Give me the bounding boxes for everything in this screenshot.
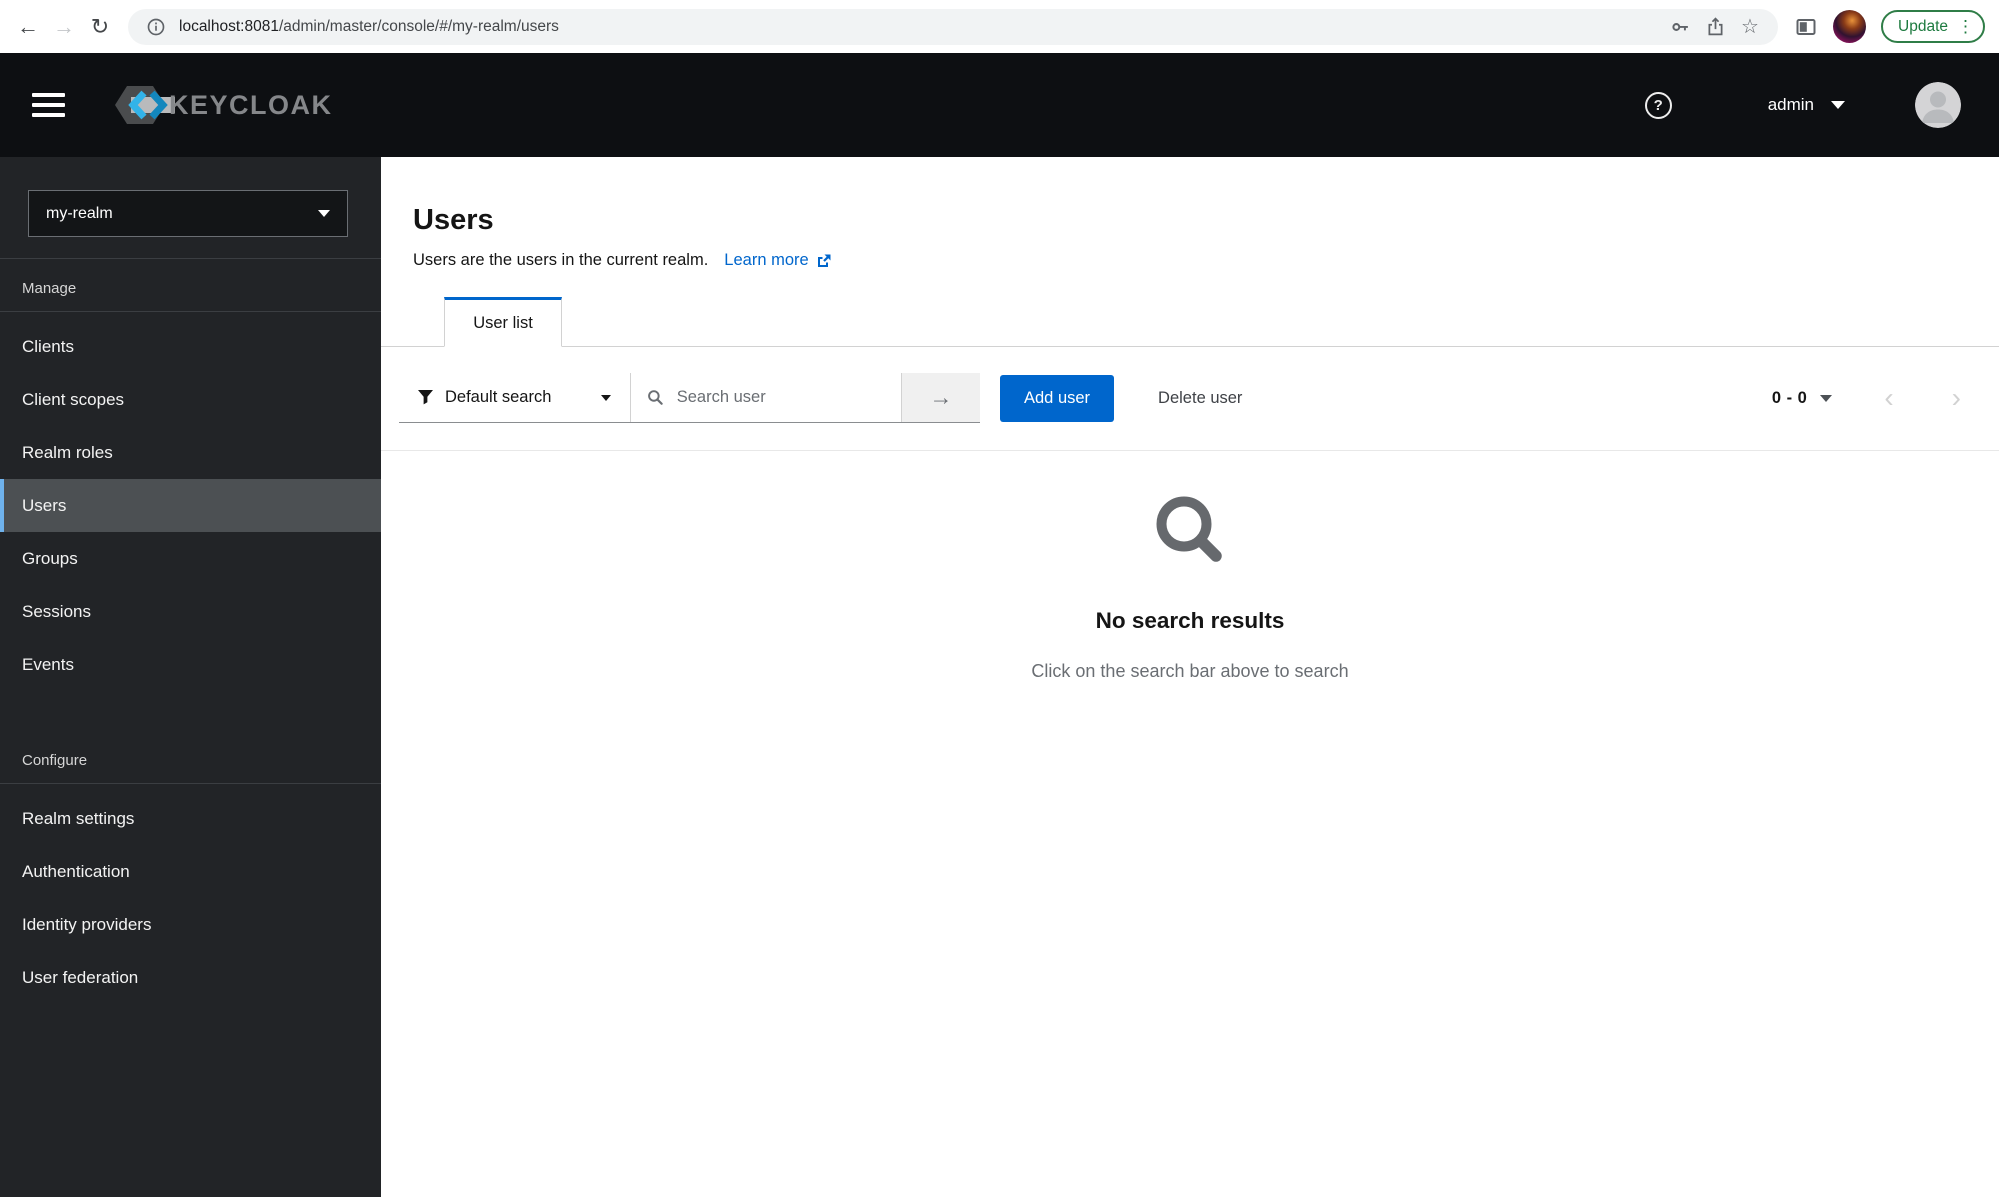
section-label-manage: Manage (22, 280, 77, 297)
bookmark-star-icon[interactable]: ☆ (1738, 15, 1762, 39)
search-icon (648, 390, 663, 405)
search-type-label: Default search (445, 388, 552, 406)
sidebar-item-groups[interactable]: Groups (0, 532, 381, 585)
tab-bar: User list (381, 297, 1999, 347)
sidebar-item-realm-settings[interactable]: Realm settings (0, 792, 381, 845)
browser-back-button[interactable]: ← (10, 9, 46, 45)
sidebar-item-clients[interactable]: Clients (0, 320, 381, 373)
page-description: Users are the users in the current realm… (413, 251, 709, 269)
app-masthead: KEYCLOAK ? admin (0, 53, 1999, 157)
delete-user-button[interactable]: Delete user (1158, 389, 1242, 408)
update-label: Update (1898, 17, 1948, 35)
username: admin (1767, 95, 1814, 114)
side-panel-icon[interactable] (1794, 15, 1818, 39)
sidebar-item-identity-providers[interactable]: Identity providers (0, 898, 381, 951)
browser-profile-avatar[interactable] (1833, 10, 1867, 43)
page-title: Users (413, 204, 494, 236)
chevron-down-icon (318, 210, 330, 217)
nav-section-configure: Configure Realm settings Authentication … (0, 731, 381, 1004)
pagination-next-button[interactable]: › (1952, 384, 1961, 412)
chevron-down-icon (601, 394, 611, 401)
pagination-dropdown-icon[interactable] (1820, 394, 1833, 402)
sidebar-item-users[interactable]: Users (0, 479, 381, 532)
toolbar: Default search → Add user D (381, 347, 1999, 423)
sidebar-item-sessions[interactable]: Sessions (0, 585, 381, 638)
search-icon-large (1156, 496, 1222, 562)
realm-selector[interactable]: my-realm (28, 190, 348, 237)
external-link-icon (817, 254, 831, 267)
user-menu[interactable]: admin (1768, 95, 1845, 115)
learn-more-label: Learn more (724, 251, 809, 269)
sidebar: my-realm Manage Clients Client scopes Re… (0, 157, 381, 1197)
url-path: /admin/master/console/#/my-realm/users (278, 17, 559, 35)
empty-state-subtitle: Click on the search bar above to search (1031, 661, 1349, 681)
browser-toolbar: ← → ↻ localhost:8081/admin/master/consol… (0, 0, 1999, 53)
empty-state-title: No search results (1095, 608, 1285, 633)
masthead-right: ? admin (1644, 82, 1961, 128)
keycloak-logo[interactable]: KEYCLOAK (111, 80, 333, 130)
keycloak-logo-icon (115, 86, 175, 124)
sidebar-item-events[interactable]: Events (0, 638, 381, 691)
site-info-icon[interactable] (144, 15, 168, 39)
user-avatar[interactable] (1915, 82, 1961, 128)
empty-state: No search results Click on the search ba… (381, 491, 1999, 682)
search-submit-button[interactable]: → (902, 373, 980, 422)
address-bar[interactable]: localhost:8081/admin/master/console/#/my… (128, 8, 1779, 45)
nav-items-manage: Clients Client scopes Realm roles Users … (0, 312, 381, 691)
main-content: Users Users are the users in the current… (381, 157, 1999, 1197)
nav-items-configure: Realm settings Authentication Identity p… (0, 784, 381, 1004)
tab-user-list[interactable]: User list (444, 297, 562, 347)
page-head: Users Users are the users in the current… (381, 157, 1999, 270)
realm-name: my-realm (46, 204, 113, 222)
url-text: localhost:8081/admin/master/console/#/my… (179, 18, 559, 36)
learn-more-link[interactable]: Learn more (724, 251, 831, 270)
body-row: my-realm Manage Clients Client scopes Re… (0, 157, 1999, 1197)
password-key-icon[interactable] (1668, 15, 1692, 39)
search-type-dropdown[interactable]: Default search (399, 373, 630, 422)
share-icon[interactable] (1703, 15, 1727, 39)
pagination: 0 - 0 ‹ › (1772, 384, 1961, 412)
brand-name: KEYCLOAK (169, 89, 333, 120)
search-group: Default search → (399, 373, 980, 423)
sidebar-item-client-scopes[interactable]: Client scopes (0, 373, 381, 426)
search-input[interactable] (674, 387, 885, 408)
content-divider (381, 450, 1999, 451)
pagination-range: 0 - 0 (1771, 388, 1808, 407)
sidebar-item-authentication[interactable]: Authentication (0, 845, 381, 898)
url-host: localhost:8081 (179, 17, 279, 35)
add-user-button[interactable]: Add user (1000, 374, 1115, 422)
sidebar-item-realm-roles[interactable]: Realm roles (0, 426, 381, 479)
nav-toggle-hamburger-icon[interactable] (32, 93, 65, 117)
browser-reload-button[interactable]: ↻ (82, 9, 118, 45)
search-box (631, 373, 901, 422)
help-icon[interactable]: ? (1644, 91, 1672, 119)
section-label-configure: Configure (22, 752, 88, 769)
browser-update-button[interactable]: Update ⋮ (1881, 10, 1985, 43)
filter-funnel-icon (418, 390, 433, 405)
browser-right-controls: Update ⋮ (1794, 10, 1985, 43)
chevron-down-icon (1831, 101, 1845, 109)
sidebar-item-user-federation[interactable]: User federation (0, 951, 381, 1004)
pagination-prev-button[interactable]: ‹ (1884, 384, 1893, 412)
page-description-row: Users are the users in the current realm… (413, 251, 1999, 270)
nav-section-manage: Manage Clients Client scopes Realm roles… (0, 259, 381, 691)
browser-forward-button[interactable]: → (46, 9, 82, 45)
screen: ← → ↻ localhost:8081/admin/master/consol… (0, 0, 1999, 1197)
browser-menu-dots-icon[interactable]: ⋮ (1957, 17, 1974, 37)
